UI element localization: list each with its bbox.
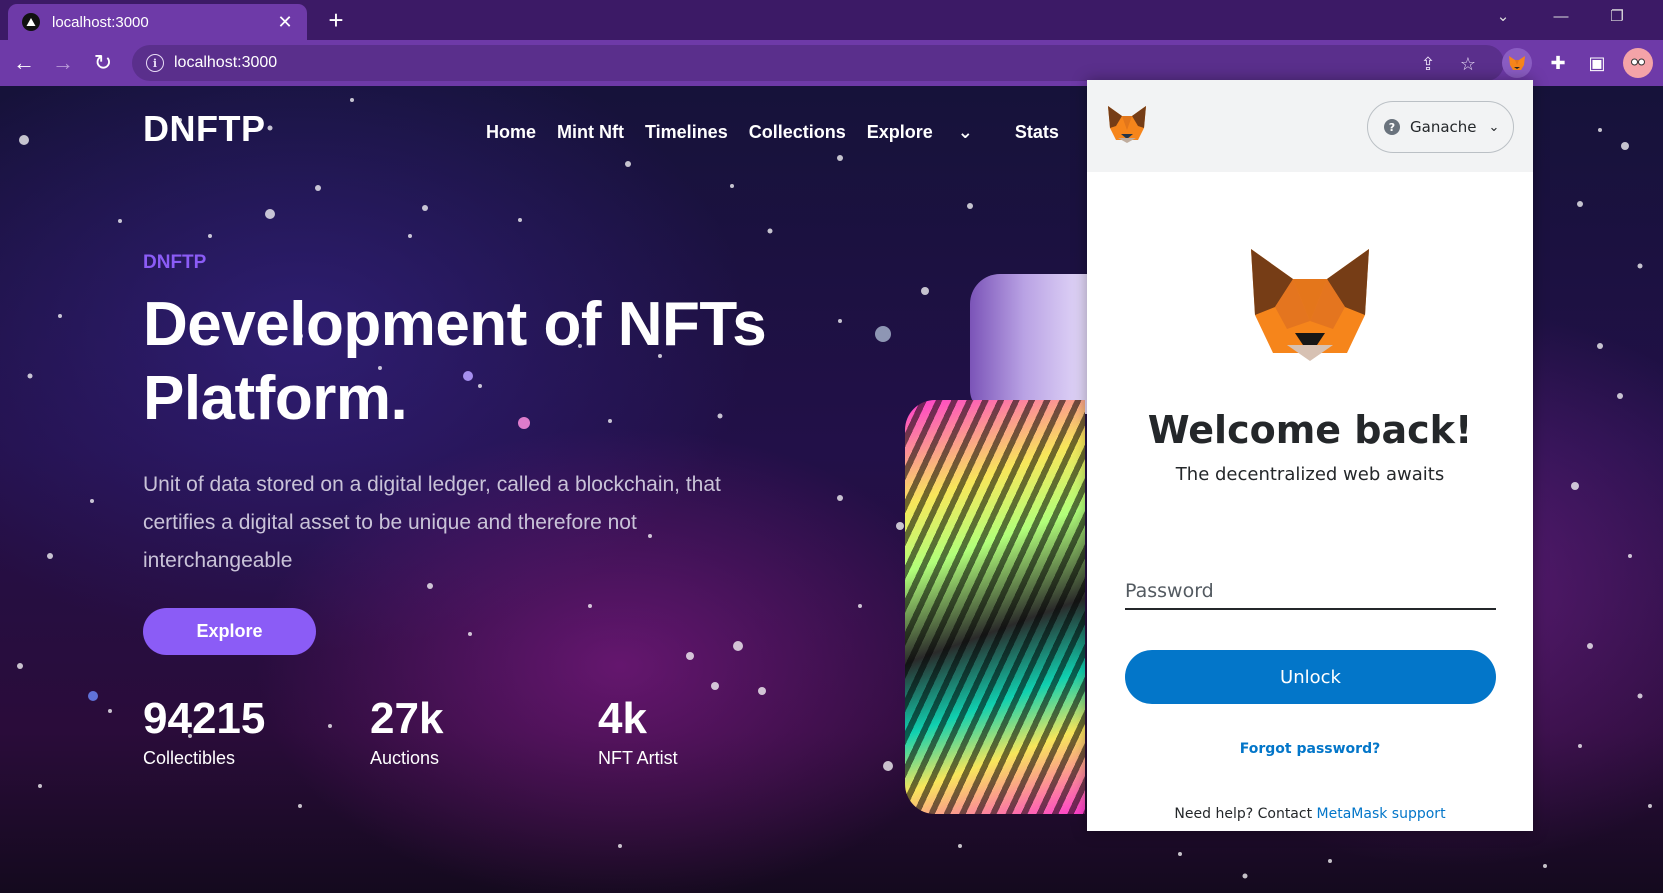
stat-auctions: 27k Auctions bbox=[370, 694, 443, 769]
hero-title-line2: Platform. bbox=[143, 364, 408, 433]
triangle-favicon-icon bbox=[22, 13, 40, 31]
tab-title: localhost:3000 bbox=[52, 13, 149, 31]
address-bar-url: localhost:3000 bbox=[174, 54, 278, 71]
metamask-popup: ? Ganache ⌄ Welcome back! The decentrali… bbox=[1087, 80, 1533, 831]
bookmark-star-icon[interactable]: ☆ bbox=[1457, 53, 1479, 75]
site-logo[interactable]: DNFTP bbox=[143, 108, 266, 150]
hero-title-line1: Development of NFTs bbox=[143, 290, 767, 359]
share-icon[interactable]: ⇪ bbox=[1417, 53, 1439, 75]
stat-value: 27k bbox=[370, 694, 444, 743]
nav-explore[interactable]: Explore ⌄ bbox=[867, 122, 994, 143]
forgot-password-link[interactable]: Forgot password? bbox=[1087, 741, 1533, 757]
hero-description: Unit of data stored on a digital ledger,… bbox=[143, 473, 721, 572]
new-tab-plus-icon[interactable]: + bbox=[322, 6, 350, 34]
address-bar[interactable]: i localhost:3000 ⇪ ☆ bbox=[132, 45, 1504, 81]
chevron-down-icon: ⌄ bbox=[957, 122, 973, 142]
nft-artwork-image bbox=[905, 400, 1085, 814]
unlock-button[interactable]: Unlock bbox=[1125, 650, 1496, 704]
network-selector[interactable]: ? Ganache ⌄ bbox=[1367, 101, 1514, 153]
minimize-icon[interactable]: — bbox=[1538, 0, 1584, 32]
metamask-header: ? Ganache ⌄ bbox=[1087, 80, 1533, 172]
hero-eyebrow: DNFTP bbox=[143, 252, 207, 273]
stat-nft-artist: 4k NFT Artist bbox=[598, 694, 678, 769]
nav-stats[interactable]: Stats bbox=[1015, 122, 1059, 143]
welcome-heading: Welcome back! bbox=[1147, 408, 1473, 452]
password-input[interactable] bbox=[1125, 574, 1496, 610]
site-navigation: Home Mint Nft Timelines Collections Expl… bbox=[486, 122, 1080, 143]
nav-explore-label: Explore bbox=[866, 122, 933, 142]
metamask-fox-icon bbox=[1251, 249, 1369, 361]
back-arrow-icon[interactable]: ← bbox=[10, 49, 38, 77]
welcome-tagline: The decentralized web awaits bbox=[1175, 464, 1445, 485]
tab-close-icon[interactable]: ✕ bbox=[275, 12, 295, 33]
stat-label: Auctions bbox=[370, 748, 440, 768]
restore-icon[interactable]: ❐ bbox=[1594, 0, 1640, 32]
vr-headset-image bbox=[970, 274, 1090, 414]
reload-icon[interactable]: ↻ bbox=[89, 49, 117, 77]
question-icon: ? bbox=[1384, 119, 1400, 135]
browser-tab[interactable]: localhost:3000 ✕ bbox=[8, 4, 307, 40]
profile-avatar[interactable] bbox=[1623, 48, 1653, 78]
site-info-icon[interactable]: i bbox=[146, 54, 164, 72]
chevron-down-icon: ⌄ bbox=[1488, 119, 1500, 135]
tab-search-chevron-icon[interactable]: ⌄ bbox=[1480, 0, 1526, 32]
hero-title: Development of NFTs Platform. bbox=[143, 288, 843, 436]
forward-arrow-icon[interactable]: → bbox=[49, 49, 77, 77]
stat-value: 94215 bbox=[143, 694, 266, 743]
stat-value: 4k bbox=[598, 694, 647, 743]
stat-collectibles: 94215 Collectibles bbox=[143, 694, 265, 769]
extensions-puzzle-icon[interactable]: ✚ bbox=[1543, 48, 1573, 78]
metamask-extension-icon[interactable] bbox=[1502, 48, 1532, 78]
help-prefix: Need help? Contact bbox=[1174, 806, 1313, 822]
stat-label: Collectibles bbox=[143, 748, 236, 768]
nav-home[interactable]: Home bbox=[486, 122, 536, 143]
nav-timelines[interactable]: Timelines bbox=[645, 122, 728, 143]
explore-button[interactable]: Explore bbox=[143, 608, 316, 655]
nav-mint-nft[interactable]: Mint Nft bbox=[557, 122, 624, 143]
stat-label: NFT Artist bbox=[598, 748, 678, 768]
side-panel-icon[interactable]: ▣ bbox=[1582, 48, 1612, 78]
metamask-support-link[interactable]: MetaMask support bbox=[1317, 806, 1446, 822]
metamask-fox-logo-icon bbox=[1108, 106, 1146, 143]
nav-collections[interactable]: Collections bbox=[749, 122, 846, 143]
browser-tab-strip: localhost:3000 ✕ + ⌄ — ❐ bbox=[0, 0, 1663, 40]
network-name: Ganache bbox=[1410, 118, 1477, 136]
help-text: Need help? Contact MetaMask support bbox=[1087, 806, 1533, 822]
